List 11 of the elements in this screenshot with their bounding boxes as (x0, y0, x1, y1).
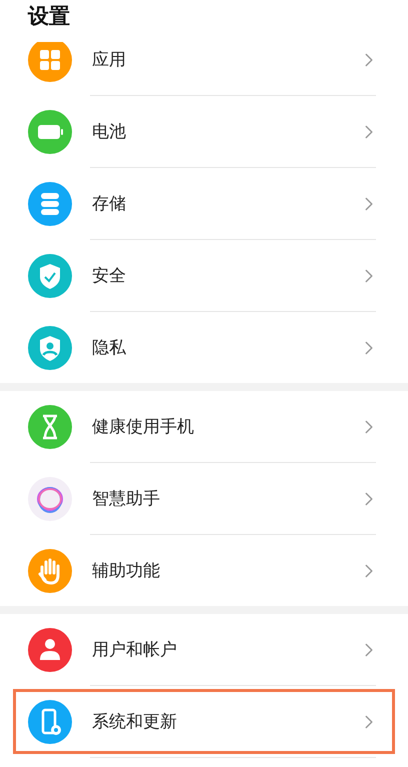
settings-item[interactable]: 安全 (13, 243, 395, 308)
settings-item[interactable]: 电池 (13, 99, 395, 164)
highlighted-settings-item[interactable]: 系统和更新 (13, 689, 395, 754)
settings-item[interactable]: 智慧助手 (13, 466, 395, 531)
settings-item[interactable]: 隐私 (13, 315, 395, 380)
settings-item[interactable]: 应用 (13, 42, 395, 92)
settings-item[interactable]: 健康使用手机 (13, 394, 395, 459)
settings-item[interactable]: 用户和帐户 (13, 617, 395, 682)
settings-item[interactable]: 辅助功能 (13, 538, 395, 603)
page-title: 设置 (26, 3, 71, 30)
settings-item[interactable]: 存储 (13, 171, 395, 236)
